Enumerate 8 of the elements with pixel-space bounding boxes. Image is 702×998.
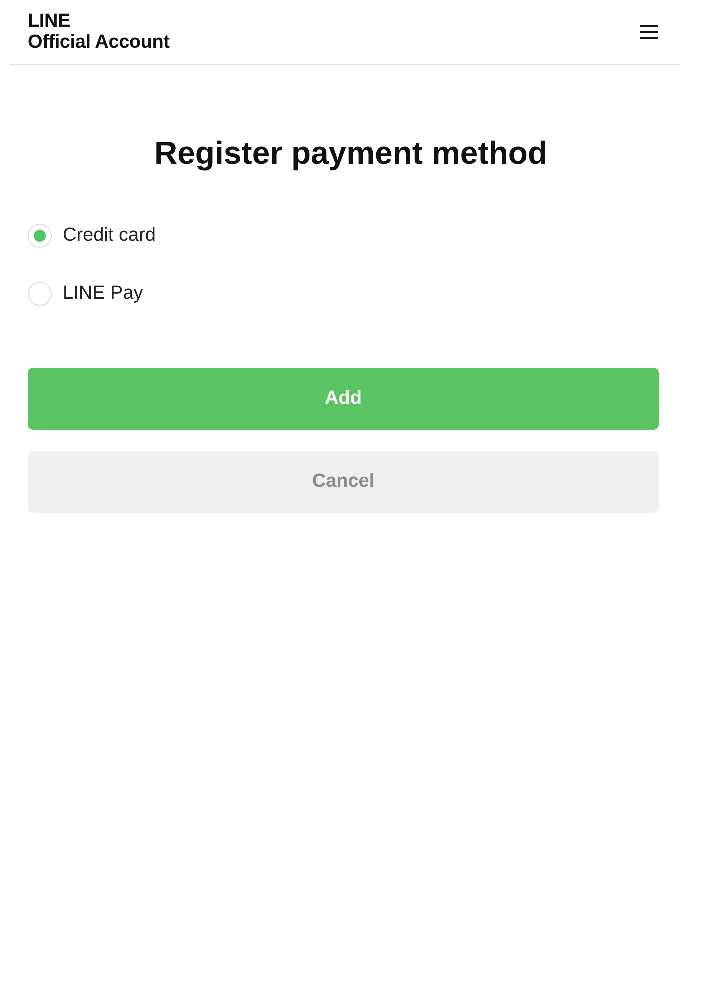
logo-text: Official Account (28, 32, 170, 53)
payment-option[interactable]: Credit card (28, 224, 674, 248)
menu-icon[interactable] (640, 24, 658, 40)
logo-text: LINE (28, 11, 72, 32)
page-title: Register payment method (154, 135, 548, 172)
payment-option[interactable]: LINE Pay (28, 282, 674, 306)
radio-button[interactable] (28, 224, 52, 248)
radio-button[interactable] (28, 282, 52, 306)
